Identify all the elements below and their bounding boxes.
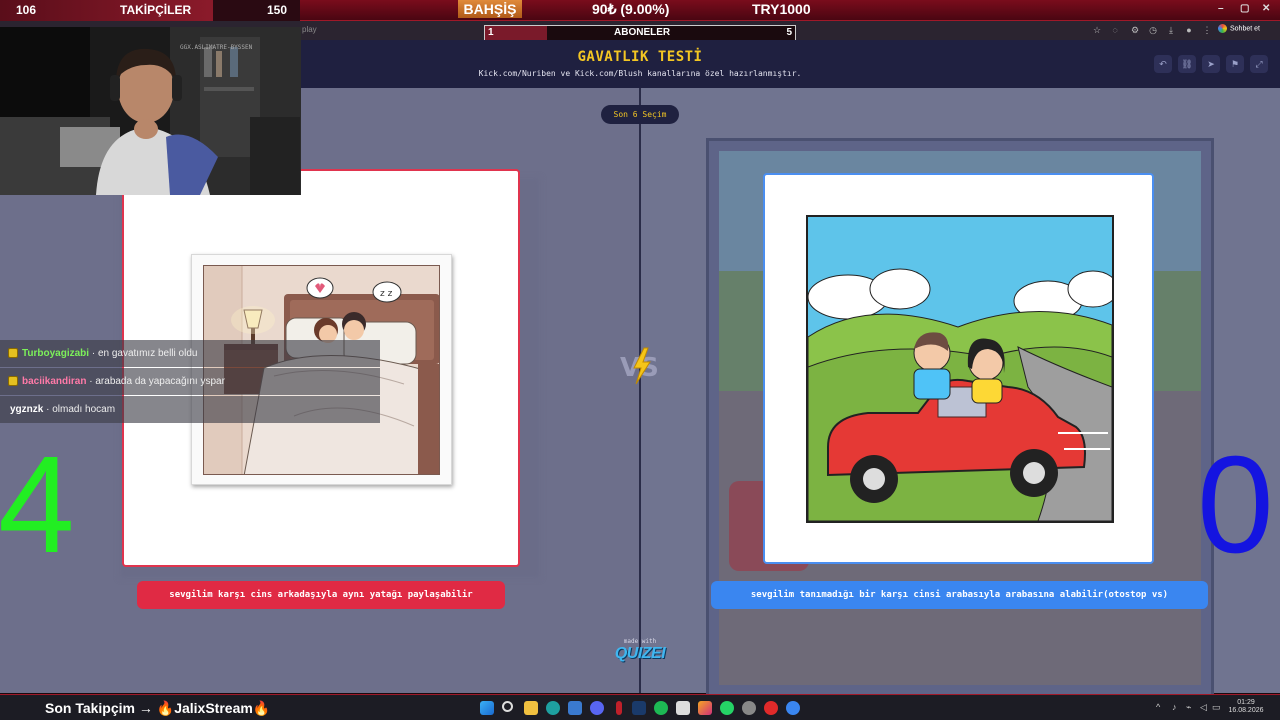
app-icon[interactable]	[616, 701, 622, 715]
subscriber-badge-icon	[8, 348, 18, 359]
instagram-icon[interactable]	[698, 701, 712, 715]
option-caption-right[interactable]: sevgilim tanımadığı bir karşı cinsi arab…	[711, 581, 1208, 609]
chat-message: baciikandiran · arabada da yapacağını ys…	[0, 368, 380, 395]
chat-overlay: Turboyagizabi · en gavatımız belli oldu …	[0, 340, 380, 424]
windows-start-icon[interactable]	[480, 701, 494, 715]
maximize-icon[interactable]: ▢	[1240, 3, 1249, 14]
close-icon[interactable]: ✕	[1262, 3, 1270, 14]
address-fragment[interactable]: play	[302, 25, 317, 34]
option-card-right[interactable]	[763, 173, 1154, 564]
chat-logo-icon	[1218, 24, 1227, 33]
versus-icon: VS	[618, 346, 664, 386]
subscriber-label: ABONELER	[614, 27, 671, 38]
bet-goal: TRY1000	[752, 1, 811, 17]
mic-icon[interactable]: ♪	[1172, 702, 1177, 712]
car-illustration	[808, 217, 1112, 521]
system-clock[interactable]: 01:29 16.08.2026	[1226, 699, 1266, 715]
chat-button[interactable]: Sohbet et	[1218, 24, 1274, 37]
subscriber-current: 1	[488, 27, 494, 38]
option-image-right	[806, 215, 1114, 523]
edge-icon[interactable]	[546, 701, 560, 715]
tray-chevron-icon[interactable]: ^	[1156, 702, 1160, 712]
subscriber-badge-icon	[8, 376, 18, 387]
score-right: 0	[1197, 428, 1274, 582]
chat-text: olmadı hocam	[52, 404, 116, 415]
last-choices-button[interactable]: Son 6 Seçim	[601, 105, 679, 124]
history-icon[interactable]: ◷	[1148, 25, 1158, 35]
fullscreen-icon[interactable]: ⤢	[1250, 55, 1268, 73]
share-icon[interactable]: ➤	[1202, 55, 1220, 73]
taskbar: Son Takipçim → 🔥JalixStream🔥 ^ ♪ ⌁ ◁ ▭ 0…	[0, 694, 1280, 720]
battery-icon[interactable]: ▭	[1212, 702, 1221, 713]
last-follower: Son Takipçim → 🔥JalixStream🔥	[45, 700, 271, 716]
chat-username: Turboyagizabi	[22, 348, 90, 359]
chat-text: en gavatımız belli oldu	[97, 348, 198, 359]
quizei-logo: QUIZEI	[614, 645, 666, 662]
volume-icon[interactable]: ◁	[1200, 702, 1207, 713]
discord-icon[interactable]	[590, 701, 604, 715]
option-caption-left[interactable]: sevgilim karşı cins arkadaşıyla aynı yat…	[137, 581, 505, 609]
link-icon[interactable]: ⛓	[1178, 55, 1196, 73]
network-icon[interactable]: ⌁	[1186, 702, 1191, 713]
star-icon[interactable]: ☆	[1092, 25, 1102, 35]
chat-username: ygznzk	[10, 404, 44, 415]
spotify-icon[interactable]	[654, 701, 668, 715]
chat-text: arabada da yapacağını yspar	[95, 376, 225, 387]
clock-time: 01:29	[1237, 699, 1255, 706]
chat-message: Turboyagizabi · en gavatımız belli oldu	[0, 340, 380, 367]
made-with-label: made with	[623, 638, 657, 645]
follower-goal-bar: 106 TAKİPÇİLER 150	[0, 0, 300, 21]
capture-icon[interactable]	[676, 701, 690, 715]
download-icon[interactable]: ⤓	[1166, 25, 1176, 35]
extension-icon[interactable]: ◌	[1110, 25, 1120, 35]
puzzle-icon[interactable]: ⚙	[1130, 25, 1140, 35]
webcam-feed: GGX.ASLIMATRE-BYSSEN	[0, 27, 301, 195]
menu-icon[interactable]: ⋮	[1202, 25, 1212, 35]
whatsapp-icon[interactable]	[720, 701, 734, 715]
undo-icon[interactable]: ↶	[1154, 55, 1172, 73]
svg-text:z z: z z	[380, 289, 393, 299]
settings-icon[interactable]	[742, 701, 756, 715]
app2-icon[interactable]	[786, 701, 800, 715]
clock-date: 16.08.2026	[1228, 707, 1264, 714]
chat-message: ygznzk · olmadı hocam	[0, 396, 380, 423]
flag-icon[interactable]: ⚑	[1226, 55, 1244, 73]
store-icon[interactable]	[568, 701, 582, 715]
chat-separator: ·	[89, 348, 98, 359]
follower-current: 106	[16, 3, 37, 17]
steam-icon[interactable]	[632, 701, 646, 715]
chat-username: baciikandiran	[22, 376, 87, 387]
bet-value: 90₺ (9.00%)	[592, 1, 670, 17]
profile-icon[interactable]: ●	[1184, 25, 1194, 35]
score-left: 4	[0, 428, 75, 582]
folder-icon[interactable]	[524, 701, 538, 715]
stream-overlay-bar: 106 TAKİPÇİLER 150 BAHŞİŞ 90₺ (9.00%) TR…	[0, 0, 1280, 21]
chrome-icon[interactable]	[764, 701, 778, 715]
follower-goal: 150	[267, 3, 288, 17]
chat-button-label: Sohbet et	[1230, 25, 1260, 33]
search-icon[interactable]	[502, 701, 513, 712]
made-with-badge[interactable]: made with QUIZEI	[606, 638, 674, 670]
stream-screen: 106 TAKİPÇİLER 150 BAHŞİŞ 90₺ (9.00%) TR…	[0, 0, 1280, 720]
center-divider	[639, 88, 641, 693]
subscriber-goal: 5	[786, 27, 792, 38]
minimize-icon[interactable]: –	[1218, 3, 1224, 14]
chat-separator: ·	[43, 404, 53, 415]
follower-label: TAKİPÇİLER	[120, 3, 192, 17]
bet-label: BAHŞİŞ	[458, 0, 522, 18]
webcam-watermark: GGX.ASLIMATRE-BYSSEN	[180, 44, 253, 51]
